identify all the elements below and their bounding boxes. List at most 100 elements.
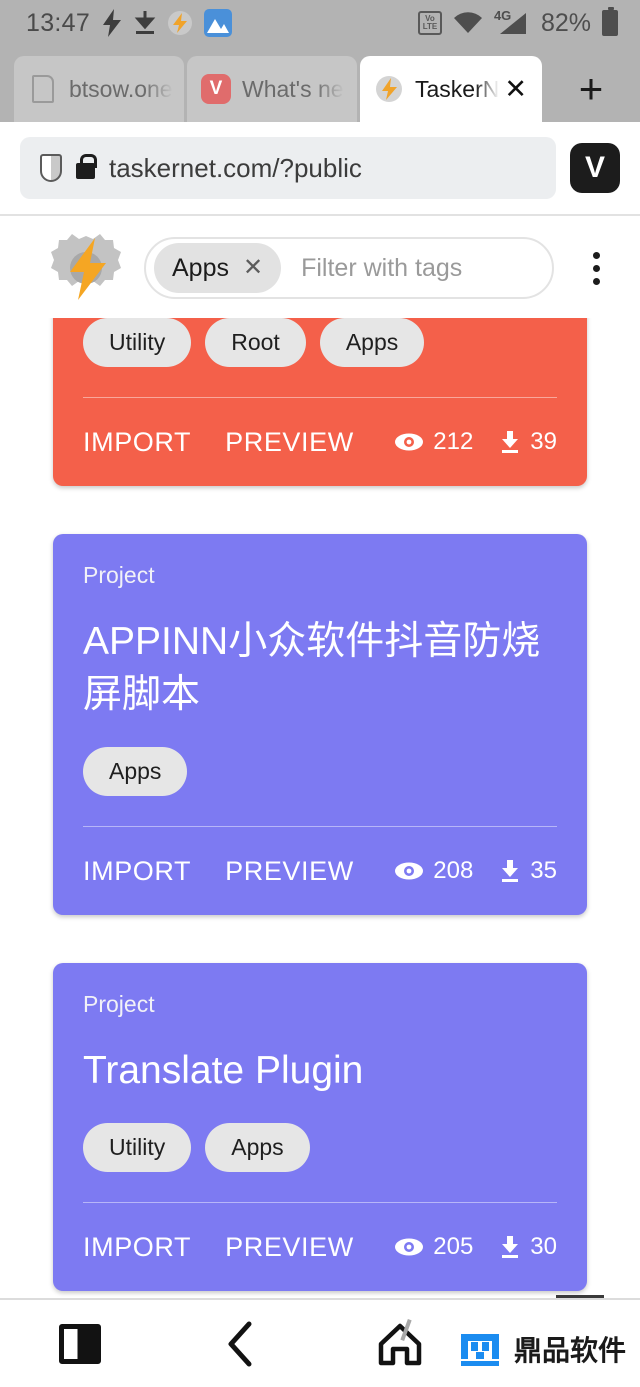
download-icon xyxy=(134,10,156,36)
download-icon xyxy=(499,859,521,883)
status-bar-right: Vo LTE 4G 82% xyxy=(417,7,618,38)
dash-mark-icon xyxy=(556,1295,604,1298)
new-tab-button[interactable]: + xyxy=(545,68,637,122)
browser-tab-2-label: TaskerN xyxy=(415,75,500,102)
shield-icon[interactable] xyxy=(40,154,62,182)
tasker-gear-logo xyxy=(48,230,124,306)
views-count: 208 xyxy=(433,857,474,884)
download-icon xyxy=(499,1235,521,1259)
project-card-2[interactable]: Project Translate Plugin Utility Apps IM… xyxy=(53,963,587,1291)
system-navigation-bar: 鼎品软件 xyxy=(0,1295,640,1387)
import-button[interactable]: IMPORT xyxy=(83,427,191,458)
tag[interactable]: Apps xyxy=(205,1123,310,1172)
lock-icon xyxy=(76,154,97,179)
watermark-text: 鼎品软件 xyxy=(513,1334,626,1367)
downloads-count: 35 xyxy=(530,857,557,884)
tag-filter-box[interactable]: Apps ✕ Filter with tags xyxy=(144,237,554,299)
document-icon xyxy=(28,74,58,104)
address-input[interactable]: taskernet.com/?public xyxy=(20,137,556,199)
project-card-1[interactable]: Project APPINN小众软件抖音防烧屏脚本 Apps IMPORT PR… xyxy=(53,534,587,915)
gallery-icon xyxy=(204,9,233,37)
eye-icon xyxy=(394,1237,424,1257)
lightning-bolt-icon xyxy=(101,9,123,37)
browser-tab-1-label: What's ne xyxy=(242,75,344,102)
project-card-1-tags: Apps xyxy=(83,747,557,796)
project-card-0[interactable]: Utility Root Apps IMPORT PREVIEW 212 39 xyxy=(53,318,587,486)
kebab-menu-icon[interactable] xyxy=(574,251,618,285)
url-text: taskernet.com/?public xyxy=(109,152,362,183)
tag[interactable]: Utility xyxy=(83,318,192,367)
project-card-2-tags: Utility Apps xyxy=(83,1123,557,1172)
project-card-1-stats: 208 35 xyxy=(394,857,557,885)
recents-button[interactable] xyxy=(0,1323,160,1364)
downloads-count: 30 xyxy=(530,1233,557,1260)
browser-tab-0[interactable]: btsow.one xyxy=(14,56,184,122)
eye-icon xyxy=(394,861,424,881)
tag-filter-placeholder[interactable]: Filter with tags xyxy=(285,254,462,283)
tasker-icon xyxy=(374,74,404,104)
tag[interactable]: Root xyxy=(205,318,306,367)
vivaldi-logo-label: V xyxy=(584,151,605,184)
project-card-2-title: Translate Plugin xyxy=(83,1049,364,1092)
preview-button[interactable]: PREVIEW xyxy=(225,1232,354,1263)
vivaldi-icon: V xyxy=(201,74,231,104)
eye-icon xyxy=(394,432,424,452)
views-count: 205 xyxy=(433,1233,474,1260)
import-button[interactable]: IMPORT xyxy=(83,856,191,887)
back-button[interactable] xyxy=(160,1320,320,1368)
download-icon xyxy=(499,430,521,454)
battery-icon xyxy=(602,7,618,36)
phone-screen: 13:47 Vo LTE 4G 82% btsow.one V What's n… xyxy=(0,0,640,1387)
browser-tab-strip[interactable]: btsow.one V What's ne TaskerN ✕ + xyxy=(0,46,640,122)
tag[interactable]: Apps xyxy=(319,318,425,367)
import-button[interactable]: IMPORT xyxy=(83,1232,191,1263)
preview-button[interactable]: PREVIEW xyxy=(225,856,354,887)
tag[interactable]: Utility xyxy=(83,1123,192,1172)
address-bar-row: taskernet.com/?public V xyxy=(0,122,640,214)
project-card-0-footer: IMPORT PREVIEW 212 39 xyxy=(83,398,557,486)
project-card-2-footer: IMPORT PREVIEW 205 30 xyxy=(83,1203,557,1291)
downloads-stat: 39 xyxy=(499,428,557,456)
back-icon xyxy=(223,1320,257,1368)
project-card-0-stats: 212 39 xyxy=(394,428,557,456)
views-stat: 212 xyxy=(394,428,473,456)
project-card-2-stats: 205 30 xyxy=(394,1233,557,1261)
volte-bottom-text: LTE xyxy=(422,22,438,31)
project-card-1-title: APPINN小众软件抖音防烧屏脚本 xyxy=(83,620,541,716)
project-card-0-tags: Utility Root Apps xyxy=(83,318,557,367)
project-card-2-kind: Project xyxy=(83,991,155,1017)
network-type-label: 4G xyxy=(493,8,512,23)
battery-percent-label: 82% xyxy=(540,8,591,37)
views-count: 212 xyxy=(433,428,474,455)
status-bar-left: 13:47 xyxy=(26,8,233,38)
views-stat: 208 xyxy=(394,857,473,885)
project-list[interactable]: Utility Root Apps IMPORT PREVIEW 212 39 … xyxy=(0,318,640,1298)
volte-icon: Vo LTE xyxy=(417,11,442,35)
downloads-stat: 35 xyxy=(499,857,557,885)
wifi-icon xyxy=(453,11,483,35)
project-card-1-footer: IMPORT PREVIEW 208 35 xyxy=(83,827,557,915)
taskernet-header: Apps ✕ Filter with tags xyxy=(0,216,640,320)
watermark: 鼎品软件 xyxy=(400,1295,626,1373)
tag-chip-apps[interactable]: Apps ✕ xyxy=(154,243,282,293)
close-icon[interactable]: ✕ xyxy=(243,256,263,280)
tag-chip-label: Apps xyxy=(172,253,229,282)
watermark-logo-icon xyxy=(456,1325,504,1373)
browser-tab-2[interactable]: TaskerN ✕ xyxy=(360,56,542,122)
downloads-count: 39 xyxy=(530,428,557,455)
preview-button[interactable]: PREVIEW xyxy=(225,427,354,458)
browser-tab-1[interactable]: V What's ne xyxy=(187,56,357,122)
status-clock: 13:47 xyxy=(26,8,91,37)
new-tab-label: + xyxy=(578,65,604,112)
close-icon[interactable]: ✕ xyxy=(504,75,527,103)
tag[interactable]: Apps xyxy=(83,747,188,796)
home-icon xyxy=(377,1322,423,1366)
cellular-signal-icon: 4G xyxy=(493,8,528,36)
vivaldi-menu-button[interactable]: V xyxy=(570,143,620,193)
views-stat: 205 xyxy=(394,1233,473,1261)
browser-tab-0-label: btsow.one xyxy=(69,75,173,102)
status-bar: 13:47 Vo LTE 4G 82% xyxy=(0,0,640,46)
downloads-stat: 30 xyxy=(499,1233,557,1261)
project-card-1-kind: Project xyxy=(83,562,155,588)
tasker-icon xyxy=(167,10,193,36)
